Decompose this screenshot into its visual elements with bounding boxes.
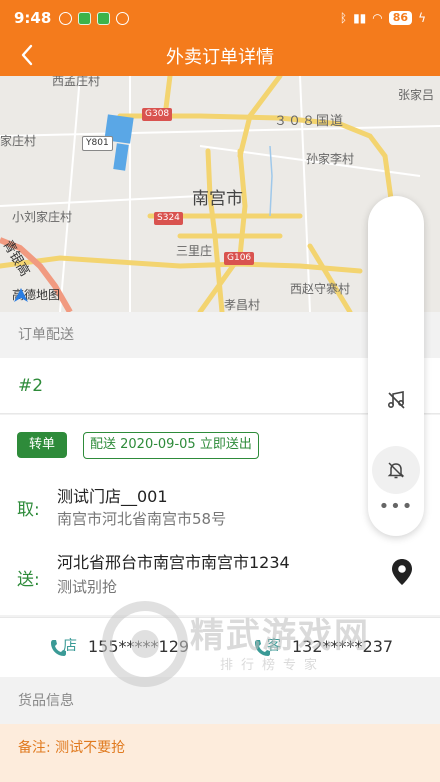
dropoff-name: 测试别抢	[57, 578, 118, 596]
dropoff-address: 河北省邢台市南宫市南宫市1234	[57, 553, 290, 572]
location-pin-icon	[392, 559, 412, 585]
nav-bar: 外卖订单详情	[0, 36, 440, 76]
status-time: 9:48	[14, 9, 52, 27]
status-system-icons: ᛒ ▮▮ ◠ 86 ϟ	[340, 11, 426, 25]
amap-logo: 高德地图	[12, 286, 60, 303]
charging-icon: ϟ	[418, 11, 426, 25]
bluetooth-icon: ᛒ	[339, 11, 348, 25]
customer-phone-number[interactable]: 132*****237	[292, 637, 393, 656]
status-bar: 9:48 ᛒ ▮▮ ◠ 86 ϟ	[0, 0, 440, 36]
floating-action-panel: •••	[368, 196, 424, 536]
wifi-icon: ◠	[372, 11, 383, 25]
back-arrow-icon	[21, 44, 33, 66]
map-label: 张家吕	[398, 88, 435, 102]
map-label: 三里庄	[176, 244, 213, 258]
more-options-button[interactable]: •••	[372, 496, 420, 526]
map-label: ３０８国道	[274, 114, 345, 129]
road-sign-s324: S324	[154, 212, 183, 225]
map-label: 孝昌村	[224, 298, 261, 312]
customer-icon-text: 客	[267, 638, 281, 654]
bell-off-icon	[387, 462, 405, 479]
notification-icon	[116, 11, 130, 25]
signal-icon: ▮▮	[353, 11, 367, 25]
road-sign-y801: Y801	[82, 136, 113, 151]
map-label: 孙家李村	[306, 152, 355, 166]
goods-section-title: 货品信息	[0, 678, 440, 724]
amap-logo-icon	[14, 288, 28, 302]
pickup-store-name: 测试门店__001	[57, 487, 168, 506]
battery-level: 86	[388, 11, 413, 25]
delivery-time-badge: 配送 2020-09-05 立即送出	[83, 432, 259, 459]
dropoff-label: 送:	[17, 570, 40, 590]
transfer-badge: 转单	[17, 432, 67, 458]
map-city-label: 南宫市	[192, 189, 243, 209]
page-title: 外卖订单详情	[166, 47, 274, 68]
pickup-address: 南宫市河北省南宫市58号	[57, 510, 227, 528]
app-notification-icon	[78, 11, 92, 25]
location-button[interactable]	[384, 552, 420, 592]
map-label: 家庄村	[0, 134, 37, 148]
music-button[interactable]	[372, 376, 420, 424]
contact-row: 店 155*****129 客 132*****237	[0, 617, 440, 677]
road-sign-g308: G308	[142, 108, 173, 121]
road-sign-g106: G106	[224, 252, 255, 265]
back-button[interactable]	[12, 40, 42, 70]
music-off-icon	[387, 391, 405, 409]
order-remark: 备注: 测试不要抢	[0, 724, 440, 782]
pickup-label: 取:	[17, 500, 40, 520]
alarm-icon	[59, 11, 73, 25]
map-label: 小刘家庄村	[12, 210, 73, 224]
map-label: 西孟庄村	[52, 76, 101, 88]
store-phone-number[interactable]: 155*****129	[88, 637, 189, 656]
map-label: 西赵守寨村	[290, 282, 351, 296]
status-notification-icons	[59, 11, 130, 25]
notification-mute-button[interactable]	[372, 446, 420, 494]
app-notification-icon	[97, 11, 111, 25]
store-icon-text: 店	[63, 638, 77, 654]
